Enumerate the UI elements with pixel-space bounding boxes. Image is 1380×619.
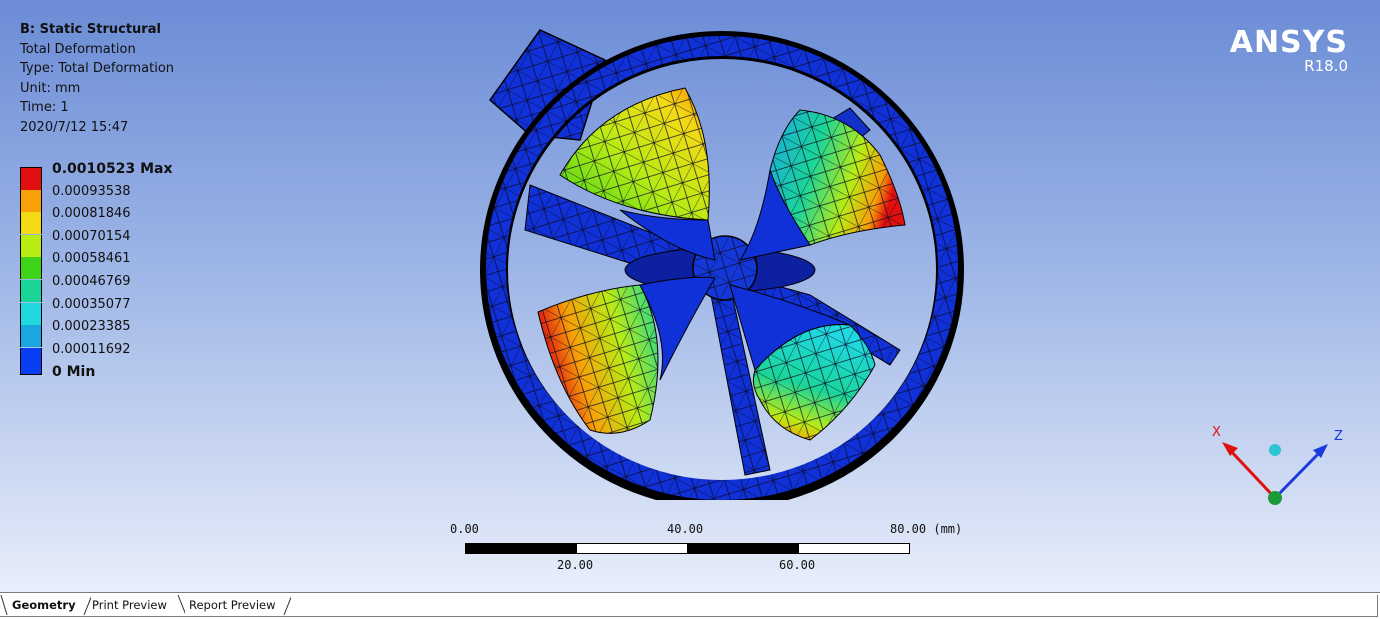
legend-color-swatch	[20, 212, 42, 235]
legend-label: 0.00011692	[52, 341, 131, 357]
legend-label: 0 Min	[52, 364, 96, 381]
result-time: Time: 1	[20, 100, 69, 115]
tab-report-preview[interactable]: Report Preview	[181, 595, 284, 615]
legend-color-swatch	[20, 257, 42, 280]
z-axis-line	[1273, 448, 1324, 500]
result-name: Total Deformation	[20, 41, 136, 57]
legend-color-swatch	[20, 189, 42, 212]
legend-label: 0.00058461	[52, 251, 131, 267]
legend-label: 0.00035077	[52, 296, 131, 312]
legend-color-swatch	[20, 325, 42, 348]
z-axis-label: Z	[1334, 429, 1343, 444]
x-axis-label: X	[1212, 425, 1221, 440]
brand-name: ANSYS	[1229, 25, 1348, 60]
scale-label-40: 40.00	[667, 522, 704, 536]
legend-label: 0.0010523 Max	[52, 161, 173, 177]
result-info: B: Static Structural Total Deformation T…	[20, 20, 174, 137]
scale-label-60: 60.00	[779, 558, 816, 572]
isometric-view-button[interactable]	[1269, 444, 1281, 456]
tab-geometry[interactable]: Geometry	[4, 595, 84, 615]
y-axis-dot	[1268, 491, 1282, 505]
legend-color-swatch	[20, 167, 42, 190]
fan-model[interactable]	[470, 20, 970, 500]
legend-label: 0.00093538	[52, 183, 131, 199]
analysis-system-title: B: Static Structural	[20, 22, 161, 37]
legend-color-swatch	[20, 347, 42, 370]
brand-version: R18.0	[1304, 57, 1348, 75]
tab-print-preview[interactable]: Print Preview	[84, 595, 175, 615]
legend-label: 0.00070154	[52, 228, 131, 244]
x-axis-line	[1226, 446, 1277, 500]
legend-color-swatch	[20, 370, 42, 376]
blade-bottom-left	[537, 276, 716, 434]
legend-label: 0.00081846	[52, 206, 131, 222]
graphics-viewport[interactable]: B: Static Structural Total Deformation T…	[0, 0, 1380, 592]
coordinate-triad[interactable]: X Z	[1200, 420, 1360, 520]
scale-bar: 0.00 40.00 80.00 (mm) 20.00 60.00	[450, 520, 990, 580]
blade-top-right	[738, 109, 906, 261]
result-datetime: 2020/7/12 15:47	[20, 119, 129, 135]
scale-label-80: 80.00 (mm)	[890, 522, 963, 536]
result-type: Type: Total Deformation	[20, 61, 175, 76]
legend-label: 0.00023385	[52, 319, 131, 335]
legend-color-swatch	[20, 280, 42, 302]
result-unit: Unit: mm	[20, 80, 81, 96]
view-tab-bar: Geometry Print Preview Report Preview	[0, 592, 1380, 619]
legend-entry: 0 Min	[20, 364, 240, 393]
legend-color-swatch	[20, 234, 42, 257]
legend-color-swatch	[20, 302, 42, 325]
ansys-logo: ANSYS R18.0	[1229, 25, 1348, 75]
scale-label-0: 0.00	[450, 522, 479, 536]
scale-label-20: 20.00	[557, 558, 594, 572]
legend-label: 0.00046769	[52, 274, 131, 289]
